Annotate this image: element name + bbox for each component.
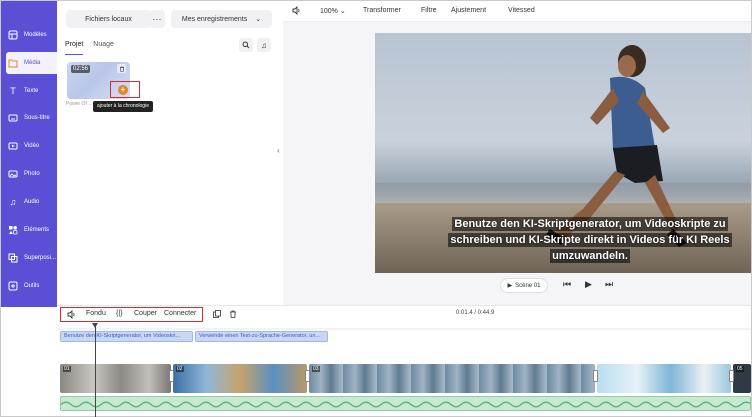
video-subtitle: Benutze den KI-Skriptgenerator, um Video… [440, 216, 740, 264]
video-clip-03[interactable]: 03 [309, 364, 595, 393]
nav-label: Audio [24, 199, 40, 205]
more-options-button[interactable]: ··· [149, 10, 165, 28]
text-clip[interactable]: Benutze den KI-Skriptgenerator, um Video… [60, 331, 193, 342]
overlay-icon [8, 253, 18, 263]
speed-button[interactable]: Vitessed [508, 7, 535, 14]
fade-button[interactable]: Fondu [86, 310, 106, 317]
zoom-dropdown[interactable]: 100% ⌄ [320, 7, 346, 15]
nav-item-elements[interactable]: Eléments [1, 219, 57, 241]
nav-label: Eléments [24, 227, 50, 233]
add-to-timeline-button[interactable]: + [118, 85, 128, 95]
skip-forward-icon[interactable]: ⏭ [605, 279, 613, 290]
audio-clip[interactable] [60, 396, 751, 411]
cut-button[interactable]: Couper [134, 310, 157, 317]
media-tabs: Projet Nuage [65, 41, 114, 55]
split-icon[interactable]: {|} [116, 310, 123, 317]
local-files-button[interactable]: Fichiers locaux [66, 10, 151, 28]
nav-item-tools[interactable]: Outils [1, 275, 57, 297]
transition-handle[interactable] [305, 370, 310, 382]
timecode: 0:01.4 / 0:44.9 [456, 310, 495, 316]
clip-label: 02 [176, 366, 184, 372]
nav-label: Photo [24, 171, 40, 177]
nav-label: Superposi... [24, 255, 57, 261]
connect-button[interactable]: Connecter [164, 310, 196, 317]
subtitle-text: Benutze den KI-Skriptgenerator, um Video… [448, 217, 732, 263]
transition-handle[interactable] [593, 370, 598, 382]
playhead[interactable] [95, 323, 96, 417]
video-clip-02[interactable]: 02 [173, 364, 307, 393]
trash-icon[interactable] [117, 64, 126, 73]
zoom-value: 100% [320, 8, 338, 15]
volume-icon[interactable] [292, 5, 301, 17]
playhead-handle[interactable] [92, 323, 98, 328]
video-clip-01[interactable]: 01 [60, 364, 171, 393]
adjustment-button[interactable]: Ajustement [451, 7, 486, 14]
nav-item-video[interactable]: Vidéo [1, 135, 57, 157]
video-clip-04[interactable] [597, 364, 731, 393]
nav-item-templates[interactable]: Modèles [1, 24, 57, 46]
nav-item-subtitle[interactable]: Sous-titre [1, 107, 57, 129]
clip-label: 05 [736, 366, 744, 372]
nav-item-audio[interactable]: ♫ Audio [1, 191, 57, 213]
transform-button[interactable]: Transformer [363, 7, 401, 14]
nav-item-overlay[interactable]: Superposi... [1, 247, 57, 269]
audio-waveform [61, 401, 750, 408]
trash-icon[interactable] [229, 310, 237, 320]
playback-controls: ▶ Scène 01 ⏮ ▶ ⏭ [283, 275, 751, 297]
tab-cloud[interactable]: Nuage [93, 41, 114, 55]
records-dropdown-label: Mes enregistrements [181, 15, 248, 23]
clip-label: 01 [63, 366, 71, 372]
text-clip[interactable]: Verwende einen Text-zu-Sprache-Generator… [195, 331, 328, 342]
elements-icon [8, 225, 18, 235]
timeline-toolbar: Fondu {|} Couper Connecter 0:01.4 / 0:44… [57, 305, 751, 323]
nav-label: Média [24, 60, 41, 66]
timeline-ruler[interactable] [57, 323, 751, 330]
play-small-icon: ▶ [507, 283, 513, 289]
thumbnail-duration: 02:56 [71, 65, 91, 73]
scene-button[interactable]: ▶ Scène 01 [500, 278, 548, 293]
filter-button[interactable]: Filtre [421, 7, 437, 14]
transition-handle[interactable] [729, 370, 734, 382]
search-icon[interactable] [239, 38, 253, 52]
video-clip-05[interactable]: 05 [733, 364, 751, 393]
music-note-icon[interactable]: ♫ [257, 38, 271, 52]
nav-label: Outils [24, 283, 40, 289]
media-panel: Fichiers locaux ··· Mes enregistrements … [57, 1, 281, 307]
add-to-timeline-tooltip: ajouter à la chronologie [93, 101, 153, 112]
nav-item-photo[interactable]: Photo [1, 163, 57, 185]
volume-icon[interactable] [67, 309, 76, 321]
nav-label: Sous-titre [24, 115, 50, 121]
nav-item-text[interactable]: T Texte [1, 80, 57, 102]
records-dropdown[interactable]: Mes enregistrements ⌄ [171, 10, 272, 28]
text-icon: T [10, 85, 16, 96]
photo-icon [8, 169, 18, 179]
tools-icon [8, 281, 18, 291]
nav-label: Vidéo [24, 143, 40, 149]
thumbnail-filename: Power Of ... [66, 101, 93, 107]
clip-label: 03 [312, 366, 320, 372]
nav-label: Modèles [24, 32, 47, 38]
chevron-down-icon: ⌄ [255, 16, 262, 23]
duplicate-icon[interactable] [213, 310, 221, 320]
skip-back-icon[interactable]: ⏮ [563, 279, 571, 290]
top-toolbar: 100% ⌄ Transformer Filtre Ajustement Vit… [283, 1, 751, 22]
folder-icon [8, 58, 18, 68]
subtitle-icon [8, 113, 18, 123]
video-icon [8, 141, 18, 151]
scene-label: Scène 01 [515, 282, 541, 289]
nav-label: Texte [24, 88, 39, 94]
templates-icon [8, 30, 18, 40]
audio-icon: ♫ [9, 196, 17, 207]
tab-project[interactable]: Projet [65, 41, 84, 55]
left-navigation: Modèles Média T Texte Sous-titre Vidéo P… [1, 1, 57, 307]
nav-item-media[interactable]: Média [6, 52, 57, 74]
transition-handle[interactable] [169, 370, 174, 382]
play-icon[interactable]: ▶ [585, 279, 592, 290]
chevron-down-icon: ⌄ [339, 8, 346, 15]
